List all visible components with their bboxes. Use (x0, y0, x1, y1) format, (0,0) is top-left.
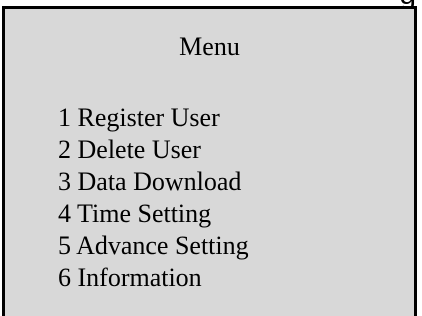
menu-item-delete-user[interactable]: 2 Delete User (58, 134, 249, 166)
screenshot-canvas: g Menu 1 Register User 2 Delete User 3 D… (0, 0, 422, 316)
menu-panel: Menu 1 Register User 2 Delete User 3 Dat… (2, 6, 417, 316)
menu-item-advance-setting[interactable]: 5 Advance Setting (58, 230, 249, 262)
menu-item-register-user[interactable]: 1 Register User (58, 102, 249, 134)
menu-list: 1 Register User 2 Delete User 3 Data Dow… (58, 102, 249, 294)
menu-item-time-setting[interactable]: 4 Time Setting (58, 198, 249, 230)
menu-title: Menu (179, 32, 240, 61)
menu-item-data-download[interactable]: 3 Data Download (58, 166, 249, 198)
menu-item-information[interactable]: 6 Information (58, 262, 249, 294)
